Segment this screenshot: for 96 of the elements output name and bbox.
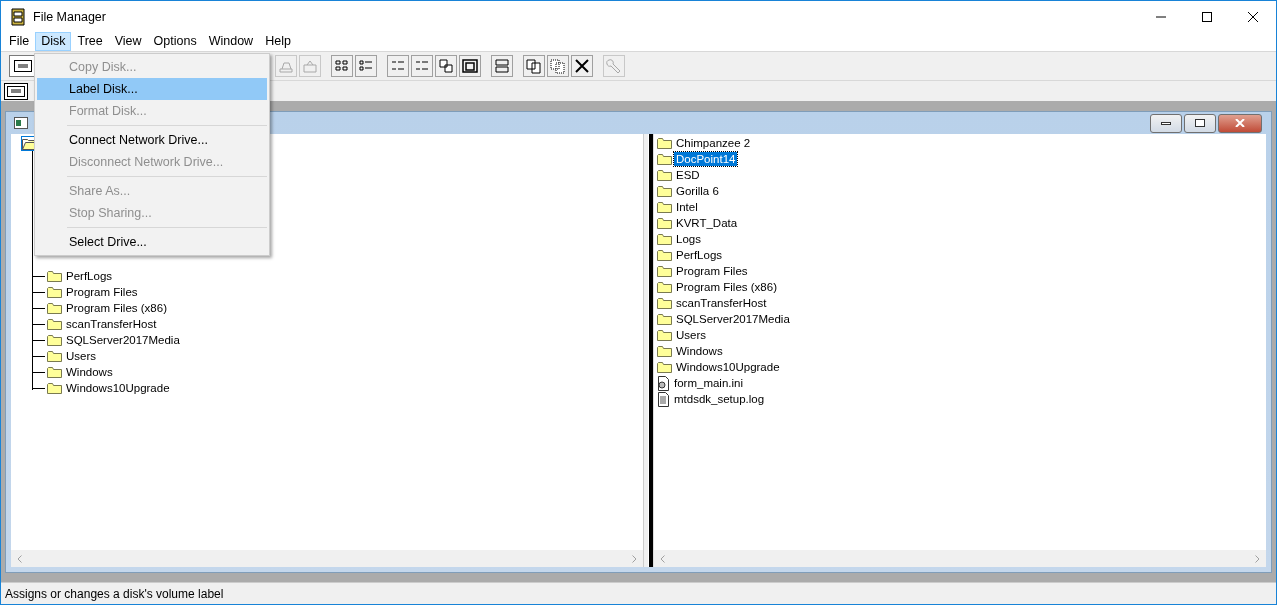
settings-file-icon: [657, 375, 670, 391]
menu-item[interactable]: Tree: [71, 32, 109, 51]
sort-type-button[interactable]: [411, 55, 433, 77]
folder-label[interactable]: Program Files: [64, 285, 140, 299]
folder-icon: [657, 281, 672, 293]
scroll-left-icon[interactable]: [17, 554, 22, 563]
drive-icon: [7, 85, 25, 97]
cabinet-icon: [11, 7, 25, 26]
directory-entry[interactable]: Users: [674, 328, 709, 342]
folder-icon: [47, 334, 62, 346]
maximize-icon: [1202, 11, 1212, 22]
menu-item[interactable]: Help: [259, 32, 297, 51]
scroll-right-icon[interactable]: [1255, 554, 1260, 563]
drive-button[interactable]: [4, 82, 28, 100]
restore-icon: [1195, 119, 1205, 127]
menu-item[interactable]: View: [108, 32, 148, 51]
menu-item[interactable]: Connect Network Drive...: [37, 129, 267, 151]
delete-icon: [573, 57, 591, 75]
sort-size-icon: [437, 57, 455, 75]
folder-icon: [657, 265, 672, 277]
directory-entry[interactable]: mtdsdk_setup.log: [672, 392, 767, 406]
sort-size-button[interactable]: [435, 55, 457, 77]
minimize-icon: [1161, 120, 1171, 126]
document-icon: [657, 391, 670, 407]
details-button[interactable]: [355, 55, 377, 77]
close-icon: [1248, 11, 1258, 22]
folder-label[interactable]: Program Files (x86): [64, 301, 169, 315]
directory-entry[interactable]: SQLServer2017Media: [674, 312, 792, 326]
folder-label[interactable]: Users: [64, 349, 99, 363]
folder-icon: [47, 366, 62, 378]
close-button[interactable]: [1218, 113, 1262, 133]
move-button[interactable]: [547, 55, 569, 77]
menu-item[interactable]: Label Disk...: [37, 78, 267, 100]
menu-item[interactable]: Select Drive...: [37, 231, 267, 253]
directory-entry[interactable]: Chimpanzee 2: [674, 136, 753, 150]
folder-icon: [657, 249, 672, 261]
large-icons-button[interactable]: [331, 55, 353, 77]
directory-entry[interactable]: Gorilla 6: [674, 184, 721, 198]
window-title: File Manager: [33, 9, 106, 24]
menu-item[interactable]: Disk: [35, 32, 72, 51]
directory-entry[interactable]: form_main.ini: [672, 376, 746, 390]
copy-icon: [525, 57, 543, 75]
folder-icon: [657, 169, 672, 181]
folder-icon: [657, 217, 672, 229]
folder-icon: [657, 361, 672, 373]
folder-icon: [657, 297, 672, 309]
folder-icon: [47, 302, 62, 314]
copy-button[interactable]: [523, 55, 545, 77]
delete-button[interactable]: [571, 55, 593, 77]
key-icon: [605, 57, 623, 75]
folder-icon: [657, 137, 672, 149]
folder-icon: [657, 201, 672, 213]
minimize-button[interactable]: [1150, 113, 1182, 133]
directory-entry[interactable]: Logs: [674, 232, 703, 246]
scroll-right-icon[interactable]: [632, 554, 637, 563]
sort-name-button[interactable]: [387, 55, 409, 77]
folder-label[interactable]: Windows10Upgrade: [64, 381, 172, 395]
new-window-icon: [493, 57, 511, 75]
folder-icon: [657, 185, 672, 197]
folder-icon: [47, 286, 62, 298]
directory-entry[interactable]: Program Files (x86): [674, 280, 779, 294]
directory-entry[interactable]: KVRT_Data: [674, 216, 740, 230]
directory-entry[interactable]: Windows: [674, 344, 725, 358]
folder-icon: [47, 382, 62, 394]
folder-icon: [47, 318, 62, 330]
directory-entry[interactable]: PerfLogs: [674, 248, 725, 262]
folder-icon: [657, 345, 672, 357]
restore-button[interactable]: [1184, 113, 1216, 133]
folder-icon: [657, 329, 672, 341]
new-window-button[interactable]: [491, 55, 513, 77]
directory-entry[interactable]: Intel: [674, 200, 700, 214]
menu-item[interactable]: Window: [202, 32, 260, 51]
move-icon: [549, 57, 567, 75]
folder-icon: [657, 153, 672, 165]
directory-entry[interactable]: DocPoint14: [674, 152, 738, 166]
window-icon: [14, 117, 28, 129]
status-text: Assigns or changes a disk's volume label: [5, 586, 224, 601]
folder-icon: [657, 313, 672, 325]
folder-label[interactable]: Windows: [64, 365, 115, 379]
drive-icon: [14, 60, 32, 72]
folder-label[interactable]: scanTransferHost: [64, 317, 159, 331]
folder-icon: [47, 270, 62, 282]
folder-icon: [657, 233, 672, 245]
sort-date-icon: [461, 57, 479, 75]
directory-entry[interactable]: Program Files: [674, 264, 750, 278]
close-icon: [1235, 119, 1245, 127]
menu-item[interactable]: Options: [147, 32, 203, 51]
scroll-left-icon[interactable]: [660, 554, 665, 563]
folder-label[interactable]: PerfLogs: [64, 269, 115, 283]
directory-entry[interactable]: scanTransferHost: [674, 296, 769, 310]
menu-item[interactable]: File: [3, 32, 36, 51]
folder-label[interactable]: SQLServer2017Media: [64, 333, 182, 347]
folder-icon: [47, 350, 62, 362]
directory-entry[interactable]: Windows10Upgrade: [674, 360, 782, 374]
sort-date-button[interactable]: [459, 55, 481, 77]
directory-entry[interactable]: ESD: [674, 168, 702, 182]
